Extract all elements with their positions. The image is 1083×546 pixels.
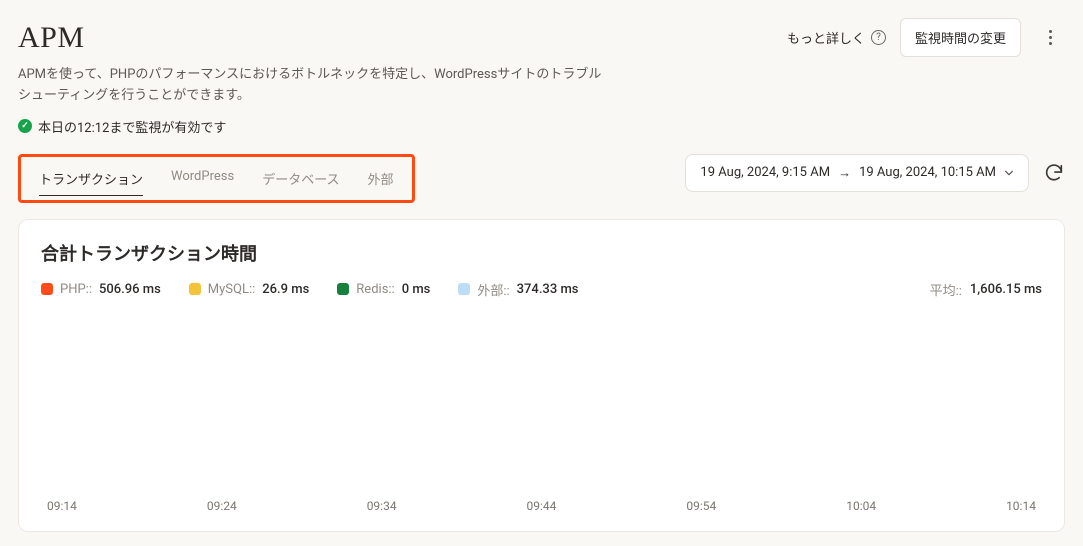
legend-item-external: 外部:: 374.33 ms — [458, 280, 578, 299]
legend-item-mysql: MySQL:: 26.9 ms — [189, 280, 310, 299]
refresh-icon[interactable] — [1043, 162, 1065, 184]
page-title: APM — [18, 21, 85, 55]
status-ok-icon: ✓ — [18, 119, 32, 133]
legend-label: PHP:: — [60, 282, 92, 297]
legend-value: 374.33 ms — [517, 282, 579, 297]
chart-legend: PHP:: 506.96 ms MySQL:: 26.9 ms Redis:: … — [41, 280, 1042, 299]
header-actions: もっと詳しく ? 監視時間の変更 — [787, 18, 1065, 57]
more-menu-button[interactable] — [1035, 23, 1065, 53]
tab-database[interactable]: データベース — [262, 159, 339, 200]
transaction-time-card: 合計トランザクション時間 PHP:: 506.96 ms MySQL:: 26.… — [18, 219, 1065, 532]
swatch-mysql — [189, 283, 201, 295]
legend-average: 平均:: 1,606.15 ms — [930, 280, 1042, 299]
time-range-from: 19 Aug, 2024, 9:15 AM — [700, 165, 830, 180]
monitoring-status: ✓ 本日の12:12まで監視が有効です — [0, 107, 1083, 136]
x-tick: 09:34 — [367, 499, 397, 513]
tabs-group: トランザクション WordPress データベース 外部 — [18, 154, 415, 203]
x-tick: 10:14 — [1006, 499, 1036, 513]
time-range-picker[interactable]: 19 Aug, 2024, 9:15 AM → 19 Aug, 2024, 10… — [685, 154, 1029, 192]
swatch-external — [458, 283, 470, 295]
legend-label: 外部:: — [477, 280, 509, 299]
tab-external[interactable]: 外部 — [368, 159, 394, 200]
chart-title: 合計トランザクション時間 — [41, 240, 1042, 266]
change-monitor-time-button[interactable]: 監視時間の変更 — [900, 18, 1021, 57]
tab-wordpress[interactable]: WordPress — [171, 159, 234, 200]
legend-label: MySQL:: — [208, 282, 255, 297]
x-tick: 09:24 — [207, 499, 237, 513]
x-tick: 09:54 — [686, 499, 716, 513]
stacked-bar-chart: 09:14 09:24 09:34 09:44 09:54 10:04 10:14 — [41, 313, 1042, 513]
time-controls: 19 Aug, 2024, 9:15 AM → 19 Aug, 2024, 10… — [685, 154, 1065, 192]
x-tick: 10:04 — [846, 499, 876, 513]
x-axis: 09:14 09:24 09:34 09:44 09:54 10:04 10:14 — [41, 499, 1042, 513]
swatch-php — [41, 283, 53, 295]
legend-item-php: PHP:: 506.96 ms — [41, 280, 161, 299]
legend-label: Redis:: — [356, 282, 394, 297]
status-text: 本日の12:12まで監視が有効です — [38, 117, 226, 136]
average-value: 1,606.15 ms — [970, 282, 1042, 297]
tab-transactions[interactable]: トランザクション — [39, 159, 143, 200]
chevron-down-icon — [1004, 168, 1014, 178]
average-label: 平均:: — [930, 280, 962, 299]
x-tick: 09:44 — [527, 499, 557, 513]
arrow-right-icon: → — [838, 165, 851, 181]
learn-more-link[interactable]: もっと詳しく ? — [787, 28, 886, 47]
legend-value: 26.9 ms — [262, 282, 309, 297]
x-tick: 09:14 — [47, 499, 77, 513]
help-icon: ? — [871, 30, 886, 45]
time-range-to: 19 Aug, 2024, 10:15 AM — [859, 165, 996, 180]
swatch-redis — [337, 283, 349, 295]
legend-value: 506.96 ms — [99, 282, 161, 297]
page-description: APMを使って、PHPのパフォーマンスにおけるボトルネックを特定し、WordPr… — [0, 57, 620, 107]
learn-more-label: もっと詳しく — [787, 28, 865, 47]
legend-item-redis: Redis:: 0 ms — [337, 280, 430, 299]
legend-value: 0 ms — [402, 282, 431, 297]
